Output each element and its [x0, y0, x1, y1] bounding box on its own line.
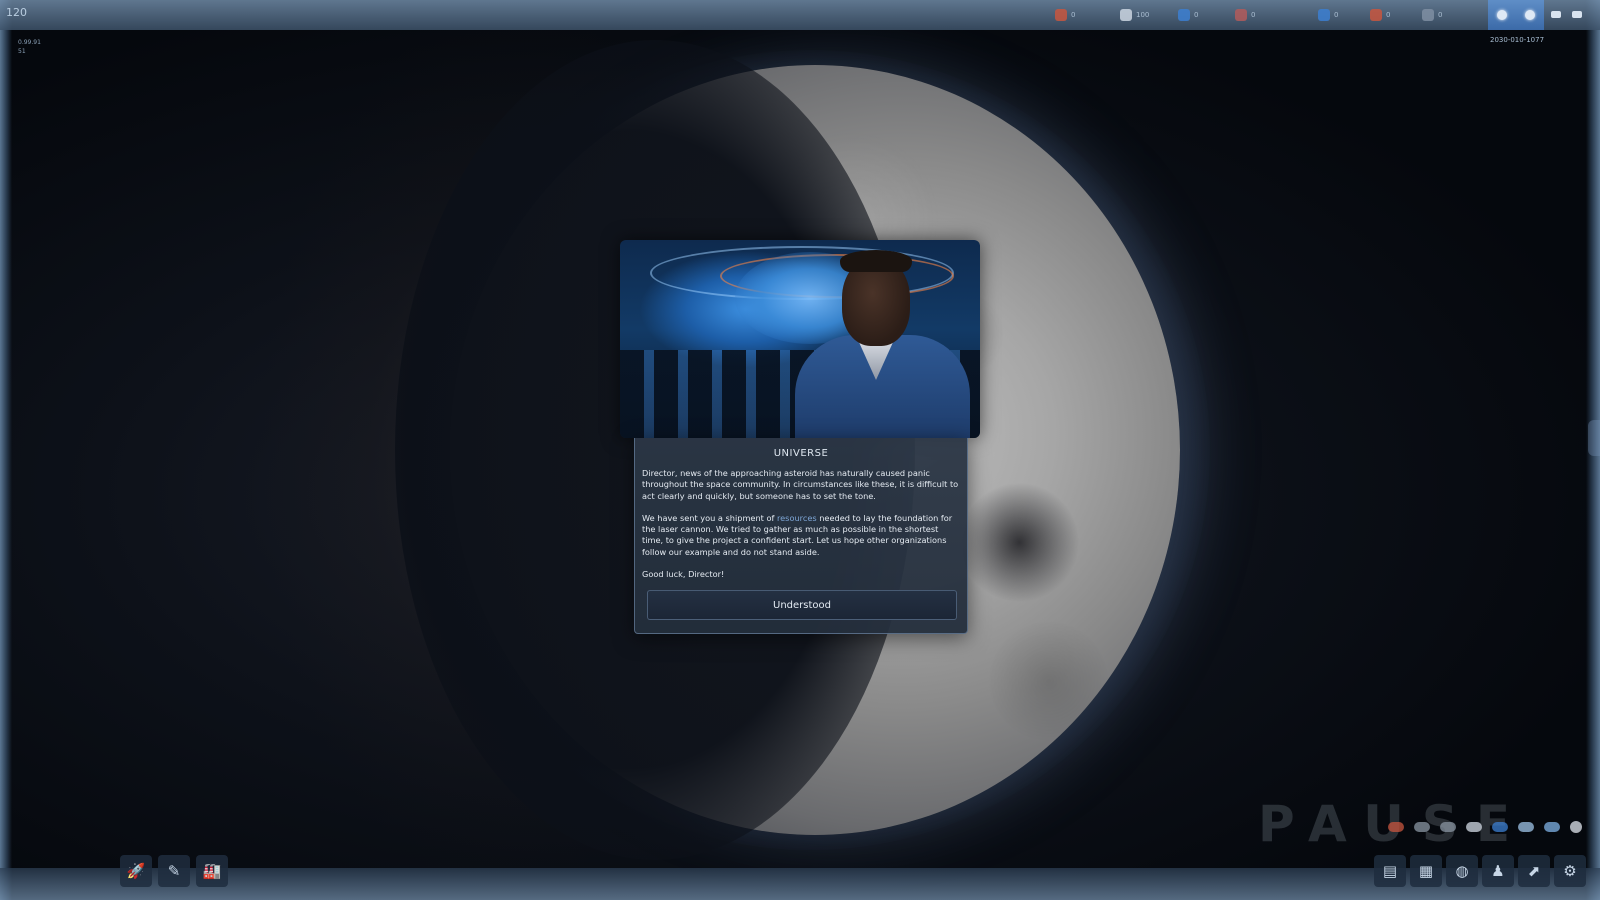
cloud-icon	[1422, 9, 1434, 21]
person-icon	[1178, 9, 1190, 21]
resource-value: 0	[1071, 11, 1076, 19]
building-button[interactable]: ▦	[1410, 855, 1442, 887]
resource-value: 0	[1251, 11, 1256, 19]
settings-button[interactable]: ⚙	[1554, 855, 1586, 887]
rocket-icon: 🚀	[126, 862, 146, 880]
wrench-icon: ✎	[167, 862, 181, 880]
globe-button[interactable]: ◍	[1446, 855, 1478, 887]
moon-icon[interactable]	[1440, 822, 1456, 832]
building-icon: ▦	[1418, 862, 1434, 880]
fps-counter: 120	[6, 6, 27, 19]
officer-hair	[840, 250, 912, 272]
dialog-title: UNIVERSE	[773, 448, 829, 459]
bottom-bar	[0, 868, 1600, 900]
person-icon: ♟	[1491, 862, 1505, 880]
document-icon: ▤	[1382, 862, 1398, 880]
resource-ship[interactable]: 0	[1318, 7, 1338, 23]
game-date: 2030-010-1077	[1490, 36, 1545, 44]
time-control-group	[1488, 0, 1544, 30]
ship-icon	[1318, 9, 1330, 21]
arrow-button[interactable]: ⬈	[1518, 855, 1550, 887]
resource-gear[interactable]: 0	[1235, 7, 1255, 23]
circle-icon[interactable]	[1570, 821, 1582, 833]
resource-person[interactable]: 0	[1178, 7, 1198, 23]
water-icon[interactable]	[1492, 822, 1508, 832]
resource-value: 0	[1386, 11, 1391, 19]
resource-value: 100	[1136, 11, 1150, 19]
resource-value: 0	[1438, 11, 1443, 19]
dialog-paragraph: Good luck, Director!	[642, 569, 725, 580]
resource-fire[interactable]: 0	[1370, 7, 1390, 23]
rocket-button[interactable]: 🚀	[120, 855, 152, 887]
speed-icon[interactable]	[1551, 11, 1561, 18]
arrow-icon: ⬈	[1527, 862, 1541, 880]
person-button[interactable]: ♟	[1482, 855, 1514, 887]
ice-icon[interactable]	[1518, 822, 1534, 832]
resource-cloud[interactable]: 0	[1422, 7, 1442, 23]
resource-pen[interactable]: 100	[1120, 7, 1149, 23]
document-button[interactable]: ▤	[1374, 855, 1406, 887]
left-frame	[0, 0, 12, 900]
factory-button[interactable]: 🏭	[196, 855, 228, 887]
sun-icon[interactable]	[1525, 10, 1535, 20]
dialog-portrait	[620, 240, 980, 438]
chat-icon	[1055, 9, 1067, 21]
version-line: 0.99.91	[18, 39, 41, 46]
settings-icon: ⚙	[1563, 862, 1577, 880]
wrench-button[interactable]: ✎	[158, 855, 190, 887]
message-dialog: UNIVERSE Director, news of the approachi…	[634, 438, 968, 634]
dialog-body: Director, news of the approaching astero…	[642, 468, 960, 591]
side-panel-toggle[interactable]	[1588, 420, 1600, 456]
dialog-text-span: We have sent you a shipment of	[642, 512, 777, 523]
dialog-paragraph: We have sent you a shipment of resources…	[642, 513, 960, 558]
top-bar	[0, 0, 1600, 30]
game-screen: 120 0.99.91 51 0 100 0 0 0 0 0 2030-010-…	[0, 0, 1600, 900]
dialog-paragraph: Director, news of the approaching astero…	[642, 468, 959, 501]
wing-icon[interactable]	[1544, 822, 1560, 832]
resource-value: 0	[1194, 11, 1199, 19]
speed-icon[interactable]	[1572, 11, 1582, 18]
fire-icon	[1370, 9, 1382, 21]
version-info: 0.99.91 51	[18, 38, 41, 56]
globe-icon: ◍	[1455, 862, 1469, 880]
rock-icon[interactable]	[1414, 822, 1430, 832]
resource-value: 0	[1334, 11, 1339, 19]
resource-chat[interactable]: 0	[1055, 7, 1075, 23]
sun-icon[interactable]	[1497, 10, 1507, 20]
version-line: 51	[18, 48, 26, 55]
gear-icon	[1235, 9, 1247, 21]
fire-icon[interactable]	[1388, 822, 1404, 832]
resources-link[interactable]: resources	[777, 513, 817, 523]
factory-icon: 🏭	[202, 862, 222, 880]
pen-icon	[1120, 9, 1132, 21]
cloud-icon[interactable]	[1466, 822, 1482, 832]
understood-button[interactable]: Understood	[647, 590, 957, 620]
overlay-toggle-row	[1388, 818, 1582, 836]
